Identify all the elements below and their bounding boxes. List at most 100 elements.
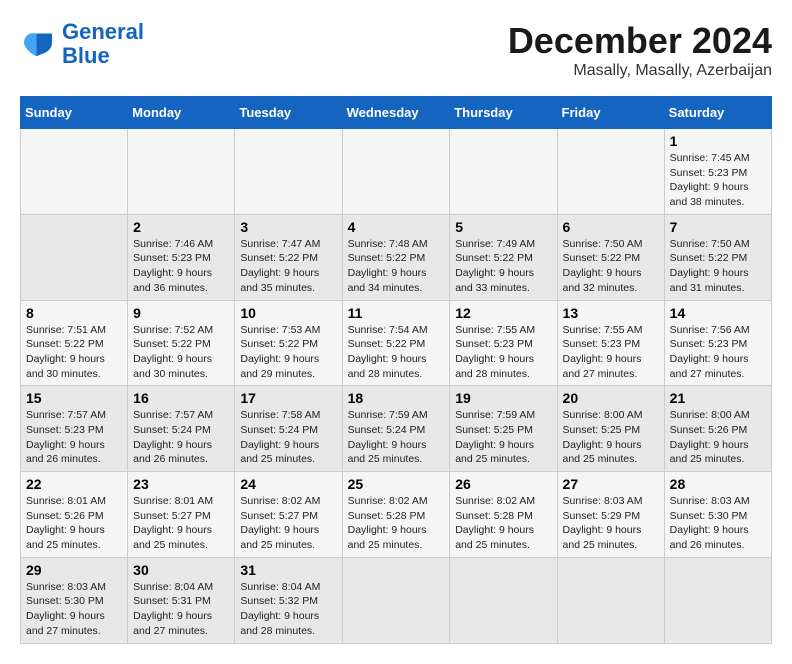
day-detail: Sunrise: 7:53 AMSunset: 5:22 PMDaylight:… xyxy=(240,323,336,382)
day-number: 24 xyxy=(240,476,336,492)
day-number: 28 xyxy=(670,476,766,492)
day-detail: Sunrise: 7:51 AMSunset: 5:22 PMDaylight:… xyxy=(26,323,122,382)
day-cell xyxy=(342,557,450,643)
day-number: 10 xyxy=(240,305,336,321)
day-cell: 15 Sunrise: 7:57 AMSunset: 5:23 PMDayligh… xyxy=(21,386,128,472)
day-cell: 7 Sunrise: 7:50 AMSunset: 5:22 PMDaylight… xyxy=(664,214,771,300)
day-detail: Sunrise: 8:02 AMSunset: 5:28 PMDaylight:… xyxy=(348,494,445,553)
day-cell xyxy=(450,557,557,643)
col-header-wednesday: Wednesday xyxy=(342,97,450,129)
day-detail: Sunrise: 8:04 AMSunset: 5:32 PMDaylight:… xyxy=(240,580,336,639)
day-cell xyxy=(450,129,557,215)
day-detail: Sunrise: 7:50 AMSunset: 5:22 PMDaylight:… xyxy=(563,237,659,296)
day-cell xyxy=(21,129,128,215)
day-cell xyxy=(557,129,664,215)
title-area: December 2024 Masally, Masally, Azerbaij… xyxy=(508,20,772,80)
day-cell: 23 Sunrise: 8:01 AMSunset: 5:27 PMDayligh… xyxy=(128,472,235,558)
day-number: 2 xyxy=(133,219,229,235)
week-row-1: 1Sunrise: 7:45 AMSunset: 5:23 PMDaylight… xyxy=(21,129,772,215)
day-detail: Sunrise: 8:00 AMSunset: 5:25 PMDaylight:… xyxy=(563,408,659,467)
day-number: 5 xyxy=(455,219,551,235)
day-detail: Sunrise: 7:50 AMSunset: 5:22 PMDaylight:… xyxy=(670,237,766,296)
day-detail: Sunrise: 7:59 AMSunset: 5:25 PMDaylight:… xyxy=(455,408,551,467)
day-cell xyxy=(21,214,128,300)
day-number: 9 xyxy=(133,305,229,321)
day-cell xyxy=(128,129,235,215)
day-number: 12 xyxy=(455,305,551,321)
day-detail: Sunrise: 8:01 AMSunset: 5:27 PMDaylight:… xyxy=(133,494,229,553)
day-cell: 11 Sunrise: 7:54 AMSunset: 5:22 PMDayligh… xyxy=(342,300,450,386)
day-cell: 16 Sunrise: 7:57 AMSunset: 5:24 PMDayligh… xyxy=(128,386,235,472)
day-cell: 29 Sunrise: 8:03 AMSunset: 5:30 PMDayligh… xyxy=(21,557,128,643)
day-detail: Sunrise: 7:52 AMSunset: 5:22 PMDaylight:… xyxy=(133,323,229,382)
day-number: 11 xyxy=(348,305,445,321)
day-detail: Sunrise: 8:02 AMSunset: 5:27 PMDaylight:… xyxy=(240,494,336,553)
day-cell: 10 Sunrise: 7:53 AMSunset: 5:22 PMDayligh… xyxy=(235,300,342,386)
day-number: 13 xyxy=(563,305,659,321)
day-detail: Sunrise: 7:55 AMSunset: 5:23 PMDaylight:… xyxy=(563,323,659,382)
day-number: 1 xyxy=(670,133,766,149)
day-number: 19 xyxy=(455,390,551,406)
day-cell: 26 Sunrise: 8:02 AMSunset: 5:28 PMDayligh… xyxy=(450,472,557,558)
day-detail: Sunrise: 7:49 AMSunset: 5:22 PMDaylight:… xyxy=(455,237,551,296)
day-detail: Sunrise: 7:56 AMSunset: 5:23 PMDaylight:… xyxy=(670,323,766,382)
day-number: 16 xyxy=(133,390,229,406)
day-cell: 13 Sunrise: 7:55 AMSunset: 5:23 PMDayligh… xyxy=(557,300,664,386)
day-cell xyxy=(664,557,771,643)
day-number: 18 xyxy=(348,390,445,406)
day-cell: 12 Sunrise: 7:55 AMSunset: 5:23 PMDayligh… xyxy=(450,300,557,386)
day-cell: 1Sunrise: 7:45 AMSunset: 5:23 PMDaylight… xyxy=(664,129,771,215)
day-cell: 4Sunrise: 7:48 AMSunset: 5:22 PMDaylight… xyxy=(342,214,450,300)
day-number: 22 xyxy=(26,476,122,492)
col-header-thursday: Thursday xyxy=(450,97,557,129)
day-cell: 27Sunrise: 8:03 AMSunset: 5:29 PMDayligh… xyxy=(557,472,664,558)
week-row-3: 8 Sunrise: 7:51 AMSunset: 5:22 PMDaylight… xyxy=(21,300,772,386)
day-cell: 5 Sunrise: 7:49 AMSunset: 5:22 PMDaylight… xyxy=(450,214,557,300)
day-detail: Sunrise: 7:54 AMSunset: 5:22 PMDaylight:… xyxy=(348,323,445,382)
day-number: 15 xyxy=(26,390,122,406)
day-number: 23 xyxy=(133,476,229,492)
day-number: 17 xyxy=(240,390,336,406)
day-number: 14 xyxy=(670,305,766,321)
col-header-tuesday: Tuesday xyxy=(235,97,342,129)
day-number: 31 xyxy=(240,562,336,578)
day-detail: Sunrise: 8:03 AMSunset: 5:30 PMDaylight:… xyxy=(670,494,766,553)
header-row: SundayMondayTuesdayWednesdayThursdayFrid… xyxy=(21,97,772,129)
day-number: 26 xyxy=(455,476,551,492)
day-cell: 6Sunrise: 7:50 AMSunset: 5:22 PMDaylight… xyxy=(557,214,664,300)
week-row-2: 2 Sunrise: 7:46 AMSunset: 5:23 PMDaylight… xyxy=(21,214,772,300)
day-number: 29 xyxy=(26,562,122,578)
logo-icon xyxy=(20,30,56,58)
day-cell: 2 Sunrise: 7:46 AMSunset: 5:23 PMDaylight… xyxy=(128,214,235,300)
day-number: 3 xyxy=(240,219,336,235)
day-cell: 9 Sunrise: 7:52 AMSunset: 5:22 PMDaylight… xyxy=(128,300,235,386)
day-cell xyxy=(557,557,664,643)
logo: General Blue xyxy=(20,20,144,68)
day-detail: Sunrise: 8:02 AMSunset: 5:28 PMDaylight:… xyxy=(455,494,551,553)
col-header-friday: Friday xyxy=(557,97,664,129)
day-detail: Sunrise: 7:57 AMSunset: 5:23 PMDaylight:… xyxy=(26,408,122,467)
day-detail: Sunrise: 8:03 AMSunset: 5:29 PMDaylight:… xyxy=(563,494,659,553)
day-cell: 30Sunrise: 8:04 AMSunset: 5:31 PMDayligh… xyxy=(128,557,235,643)
day-cell: 20Sunrise: 8:00 AMSunset: 5:25 PMDayligh… xyxy=(557,386,664,472)
day-cell: 22 Sunrise: 8:01 AMSunset: 5:26 PMDayligh… xyxy=(21,472,128,558)
day-cell: 19 Sunrise: 7:59 AMSunset: 5:25 PMDayligh… xyxy=(450,386,557,472)
location-title: Masally, Masally, Azerbaijan xyxy=(508,62,772,80)
day-detail: Sunrise: 7:57 AMSunset: 5:24 PMDaylight:… xyxy=(133,408,229,467)
day-cell: 21Sunrise: 8:00 AMSunset: 5:26 PMDayligh… xyxy=(664,386,771,472)
day-cell: 24 Sunrise: 8:02 AMSunset: 5:27 PMDayligh… xyxy=(235,472,342,558)
day-number: 8 xyxy=(26,305,122,321)
day-detail: Sunrise: 7:46 AMSunset: 5:23 PMDaylight:… xyxy=(133,237,229,296)
month-title: December 2024 xyxy=(508,20,772,62)
day-number: 30 xyxy=(133,562,229,578)
day-detail: Sunrise: 8:01 AMSunset: 5:26 PMDaylight:… xyxy=(26,494,122,553)
day-cell: 17Sunrise: 7:58 AMSunset: 5:24 PMDayligh… xyxy=(235,386,342,472)
week-row-5: 22 Sunrise: 8:01 AMSunset: 5:26 PMDayligh… xyxy=(21,472,772,558)
day-number: 7 xyxy=(670,219,766,235)
day-number: 4 xyxy=(348,219,445,235)
day-cell: 28 Sunrise: 8:03 AMSunset: 5:30 PMDayligh… xyxy=(664,472,771,558)
day-detail: Sunrise: 7:55 AMSunset: 5:23 PMDaylight:… xyxy=(455,323,551,382)
day-detail: Sunrise: 7:47 AMSunset: 5:22 PMDaylight:… xyxy=(240,237,336,296)
day-detail: Sunrise: 8:03 AMSunset: 5:30 PMDaylight:… xyxy=(26,580,122,639)
day-cell: 31 Sunrise: 8:04 AMSunset: 5:32 PMDayligh… xyxy=(235,557,342,643)
